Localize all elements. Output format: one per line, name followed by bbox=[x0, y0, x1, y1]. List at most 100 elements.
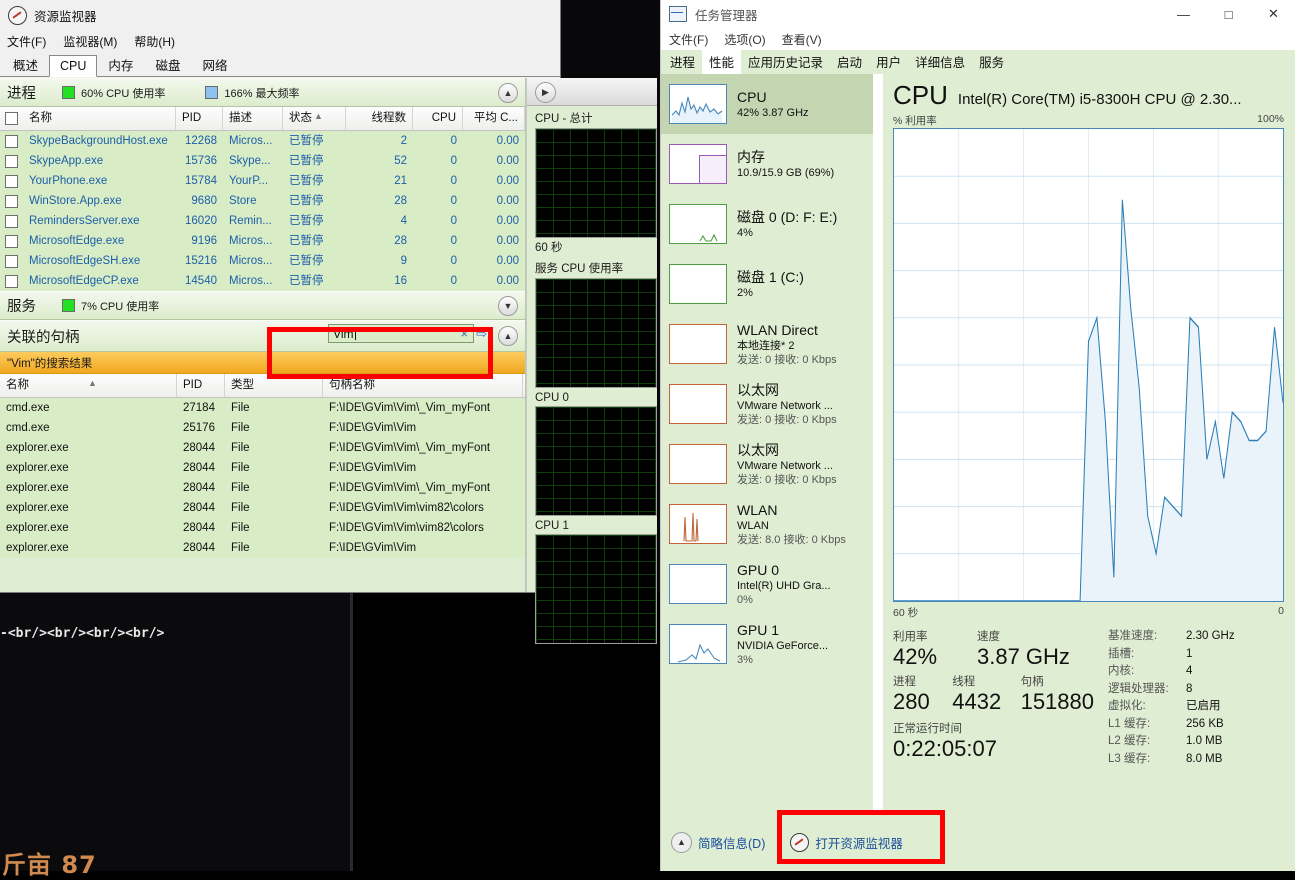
clear-search-icon[interactable]: × bbox=[458, 326, 472, 341]
col-process-desc[interactable]: 描述 bbox=[223, 107, 283, 130]
tab-details[interactable]: 详细信息 bbox=[908, 49, 972, 74]
tab-startup[interactable]: 启动 bbox=[830, 49, 869, 74]
table-row[interactable]: explorer.exe 28044 File F:\IDE\GVim\Vim bbox=[0, 458, 525, 478]
table-row[interactable]: SkypeBackgroundHost.exe 12268 Micros... 已暂停… bbox=[0, 131, 525, 151]
maximize-button[interactable]: □ bbox=[1206, 0, 1251, 28]
menu-item-view[interactable]: 查看(V) bbox=[782, 31, 822, 48]
handles-table-header: ▲ 名称 PID 类型 句柄名称 bbox=[0, 374, 525, 398]
process-table-body[interactable]: SkypeBackgroundHost.exe 12268 Micros... 已暂停… bbox=[0, 131, 525, 291]
table-row[interactable]: explorer.exe 28044 File F:\IDE\GVim\Vim\vim… bbox=[0, 498, 525, 518]
table-row[interactable]: YourPhone.exe 15784 YourP... 已暂停 21 0 0.00 bbox=[0, 171, 525, 191]
row-checkbox[interactable] bbox=[5, 254, 18, 268]
tab-users[interactable]: 用户 bbox=[869, 49, 908, 74]
col-process-cpu[interactable]: CPU bbox=[413, 107, 463, 130]
cell-threads: 28 bbox=[394, 195, 407, 207]
resource-sidebar[interactable]: CPU 42% 3.87 GHz 内存 10.9/15.9 GB (69%) 磁盘 0 … bbox=[661, 74, 873, 813]
tab-processes[interactable]: 进程 bbox=[663, 49, 702, 74]
row-checkbox[interactable] bbox=[5, 194, 18, 208]
col-handle-pid[interactable]: PID bbox=[177, 374, 225, 397]
cell-name: explorer.exe bbox=[6, 462, 69, 474]
select-all-checkbox[interactable] bbox=[5, 112, 18, 125]
table-row[interactable]: MicrosoftEdgeCP.exe 14540 Micros... 已暂停 16 0 0… bbox=[0, 271, 525, 291]
handle-search-input[interactable]: Vim × bbox=[328, 324, 475, 343]
col-process-name[interactable]: 名称 bbox=[23, 107, 176, 130]
task-manager-menubar[interactable]: 文件(F) 选项(O) 查看(V) bbox=[661, 28, 1295, 50]
close-button[interactable]: ✕ bbox=[1251, 0, 1295, 28]
sidebar-item-gpu-1[interactable]: GPU 1 NVIDIA GeForce... 3% bbox=[661, 614, 873, 674]
handles-search-wrapper[interactable]: Vim × ⇨ bbox=[328, 324, 487, 343]
tab-network[interactable]: 网络 bbox=[191, 51, 238, 77]
sidebar-item--0-d-f-e-[interactable]: 磁盘 0 (D: F: E:) 4% bbox=[661, 194, 873, 254]
sidebar-item--[interactable]: 以太网 VMware Network ... 发送: 0 接收: 0 Kbps bbox=[661, 374, 873, 434]
sidebar-item--1-c-[interactable]: 磁盘 1 (C:) 2% bbox=[661, 254, 873, 314]
menu-item-options[interactable]: 选项(O) bbox=[724, 31, 765, 48]
sidebar-item--[interactable]: 以太网 VMware Network ... 发送: 0 接收: 0 Kbps bbox=[661, 434, 873, 494]
minimize-button[interactable]: — bbox=[1161, 0, 1206, 28]
services-section-header[interactable]: 服务 7% CPU 使用率 ▼ bbox=[0, 291, 525, 320]
tab-memory[interactable]: 内存 bbox=[97, 51, 144, 77]
row-checkbox[interactable] bbox=[5, 214, 18, 228]
resource-throughput-line: 0% bbox=[737, 593, 753, 606]
table-row[interactable]: explorer.exe 28044 File F:\IDE\GVim\Vim\_Vi… bbox=[0, 438, 525, 458]
cell-cpu: 0 bbox=[450, 235, 457, 247]
sidebar-item-cpu[interactable]: CPU 42% 3.87 GHz bbox=[661, 74, 873, 134]
cell-status: 已暂停 bbox=[289, 155, 324, 167]
resource-monitor-tabs[interactable]: 概述 CPU 内存 磁盘 网络 bbox=[0, 52, 560, 77]
row-checkbox[interactable] bbox=[5, 234, 18, 248]
tab-cpu[interactable]: CPU bbox=[49, 55, 98, 77]
services-cpu-usage-text: 7% CPU 使用率 bbox=[81, 300, 160, 313]
table-row[interactable]: explorer.exe 28044 File F:\IDE\GVim\Vim\vim… bbox=[0, 518, 525, 538]
expand-graphs-chevron-right-icon[interactable]: ▶ bbox=[535, 82, 556, 103]
open-resource-monitor-button[interactable]: 打开资源监视器 bbox=[790, 832, 903, 852]
sidebar-item-wlan[interactable]: WLAN WLAN 发送: 8.0 接收: 0 Kbps bbox=[661, 494, 873, 554]
menu-item-monitor[interactable]: 监视器(M) bbox=[63, 33, 117, 50]
sidebar-item-gpu-0[interactable]: GPU 0 Intel(R) UHD Gra... 0% bbox=[661, 554, 873, 614]
search-arrow-icon[interactable]: ⇨ bbox=[476, 326, 487, 342]
tab-performance[interactable]: 性能 bbox=[702, 49, 742, 74]
task-manager-content: CPU 42% 3.87 GHz 内存 10.9/15.9 GB (69%) 磁盘 0 … bbox=[661, 74, 1295, 813]
resource-monitor-menubar[interactable]: 文件(F) 监视器(M) 帮助(H) bbox=[0, 30, 560, 52]
menu-item-help[interactable]: 帮助(H) bbox=[134, 33, 175, 50]
task-manager-tabs[interactable]: 进程 性能 应用历史记录 启动 用户 详细信息 服务 bbox=[661, 49, 1295, 74]
table-row[interactable]: MicrosoftEdgeSH.exe 15216 Micros... 已暂停 9 0 0.… bbox=[0, 251, 525, 271]
tab-disk[interactable]: 磁盘 bbox=[144, 51, 191, 77]
row-checkbox[interactable] bbox=[5, 154, 18, 168]
resource-monitor-window[interactable]: 资源监视器 文件(F) 监视器(M) 帮助(H) 概述 CPU 内存 磁盘 网络… bbox=[0, 0, 657, 644]
table-row[interactable]: cmd.exe 25176 File F:\IDE\GVim\Vim bbox=[0, 418, 525, 438]
table-row[interactable]: MicrosoftEdge.exe 9196 Micros... 已暂停 28 0 0.00 bbox=[0, 231, 525, 251]
col-handle-name[interactable]: ▲ 名称 bbox=[0, 374, 177, 397]
tab-app-history[interactable]: 应用历史记录 bbox=[741, 49, 830, 74]
col-process-avg-cpu[interactable]: 平均 C... bbox=[463, 107, 525, 130]
handles-section-header[interactable]: 关联的句柄 Vim × ⇨ ▲ bbox=[0, 320, 525, 352]
handles-collapse-chevron-up-icon[interactable]: ▲ bbox=[498, 326, 518, 346]
table-row[interactable]: cmd.exe 27184 File F:\IDE\GVim\Vim\_Vim_myF… bbox=[0, 398, 525, 418]
fewer-details-button[interactable]: ▲ 简略信息(D) bbox=[671, 831, 765, 853]
menu-item-file[interactable]: 文件(F) bbox=[7, 33, 46, 50]
cell-threads: 4 bbox=[400, 215, 407, 227]
services-expand-chevron-down-icon[interactable]: ▼ bbox=[498, 296, 518, 316]
table-row[interactable]: SkypeApp.exe 15736 Skype... 已暂停 52 0 0.00 bbox=[0, 151, 525, 171]
task-manager-window[interactable]: 任务管理器 — □ ✕ 文件(F) 选项(O) 查看(V) 进程 性能 应用历史… bbox=[660, 0, 1295, 871]
tab-services[interactable]: 服务 bbox=[972, 49, 1011, 74]
menu-item-file[interactable]: 文件(F) bbox=[669, 31, 708, 48]
row-checkbox[interactable] bbox=[5, 274, 18, 288]
table-row[interactable]: RemindersServer.exe 16020 Remin... 已暂停 4 0 0.0… bbox=[0, 211, 525, 231]
col-handle-object[interactable]: 句柄名称 bbox=[323, 374, 523, 397]
tab-overview[interactable]: 概述 bbox=[2, 51, 49, 77]
process-section-header[interactable]: 进程 60% CPU 使用率 166% 最大频率 ▲ bbox=[0, 78, 525, 107]
table-row[interactable]: WinStore.App.exe 9680 Store 已暂停 28 0 0.00 bbox=[0, 191, 525, 211]
col-process-threads[interactable]: 线程数 bbox=[346, 107, 413, 130]
window-controls[interactable]: — □ ✕ bbox=[1161, 0, 1295, 28]
sidebar-item--[interactable]: 内存 10.9/15.9 GB (69%) bbox=[661, 134, 873, 194]
table-row[interactable]: explorer.exe 28044 File F:\IDE\GVim\Vim\_Vi… bbox=[0, 478, 525, 498]
col-handle-type[interactable]: 类型 bbox=[225, 374, 323, 397]
col-process-status[interactable]: ▲ 状态 bbox=[283, 107, 346, 130]
sidebar-item-wlan-direct[interactable]: WLAN Direct 本地连接* 2 发送: 0 接收: 0 Kbps bbox=[661, 314, 873, 374]
process-collapse-chevron-up-icon[interactable]: ▲ bbox=[498, 83, 518, 103]
handles-table-body[interactable]: cmd.exe 27184 File F:\IDE\GVim\Vim\_Vim_myF… bbox=[0, 398, 525, 558]
row-checkbox[interactable] bbox=[5, 134, 18, 148]
col-process-pid[interactable]: PID bbox=[176, 107, 223, 130]
table-row[interactable]: explorer.exe 28044 File F:\IDE\GVim\Vim bbox=[0, 538, 525, 558]
row-checkbox[interactable] bbox=[5, 174, 18, 188]
resource-info: GPU 0 Intel(R) UHD Gra... 0% bbox=[737, 562, 831, 607]
